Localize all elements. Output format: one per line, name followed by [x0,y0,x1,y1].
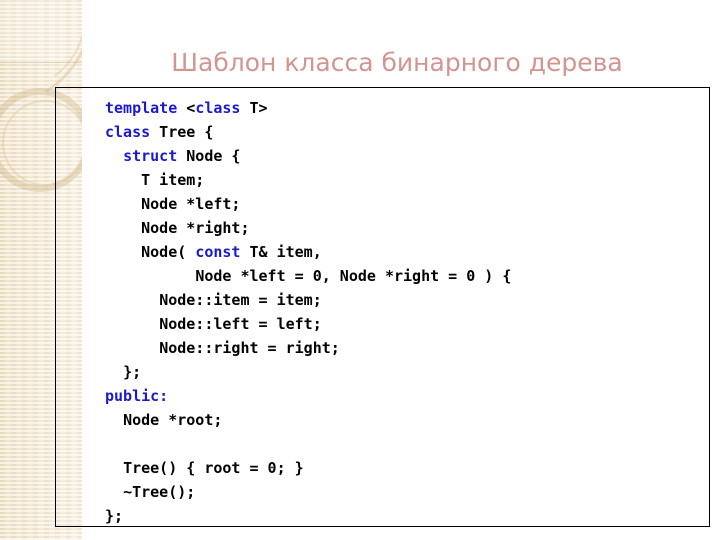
code-line: T item; [105,168,511,192]
sidebar-swirl-decoration-inner [0,0,82,99]
code-line: Node::right = right; [105,336,511,360]
code-text: Node::left = left; [159,315,322,333]
code-keyword: struct [123,147,178,165]
code-text: < [177,99,196,117]
code-keyword: class [195,99,241,117]
code-text: Node *left; [141,195,241,213]
source-code-listing: template <class T> class Tree { struct No… [105,96,511,528]
code-text: Tree() { root = 0; } [123,459,304,477]
code-keyword: const [195,243,241,261]
code-line: Tree() { root = 0; } [105,456,511,480]
code-text: Node::right = right; [159,339,340,357]
code-keyword: template [105,99,178,117]
code-text: Node *left = 0, Node *right = 0 ) { [195,267,512,285]
code-keyword: class [105,123,151,141]
slide-title: Шаблон класса бинарного дерева [171,48,623,77]
code-line: }; [105,360,511,384]
code-line: }; [105,504,511,528]
code-text: Node( [141,243,196,261]
code-text: Node *right; [141,219,250,237]
code-text: }; [105,507,124,525]
code-line: Node *root; [105,408,511,432]
code-line: Node *left = 0, Node *right = 0 ) { [105,264,511,288]
code-text: Tree { [150,123,214,141]
code-line: Node( const T& item, [105,240,511,264]
code-text: T& item, [240,243,322,261]
code-keyword: public: [105,387,169,405]
code-line: Node::left = left; [105,312,511,336]
code-text: T> [240,99,268,117]
code-text: Node *root; [123,411,223,429]
code-line: Node *right; [105,216,511,240]
code-line: class Tree { [105,120,511,144]
code-text: }; [123,363,142,381]
code-line: template <class T> [105,96,511,120]
code-line: struct Node { [105,144,511,168]
code-text: Node::item = item; [159,291,322,309]
code-line: Node::item = item; [105,288,511,312]
code-line: ~Tree(); [105,480,511,504]
code-line: Node *left; [105,192,511,216]
code-text: T item; [141,171,205,189]
presentation-slide: Шаблон класса бинарного дерева template … [0,0,720,540]
code-text: Node { [177,147,241,165]
code-text: ~Tree(); [123,483,196,501]
sidebar-hairline [0,62,82,63]
code-frame-left-band [56,88,83,526]
code-line: public: [105,384,511,408]
